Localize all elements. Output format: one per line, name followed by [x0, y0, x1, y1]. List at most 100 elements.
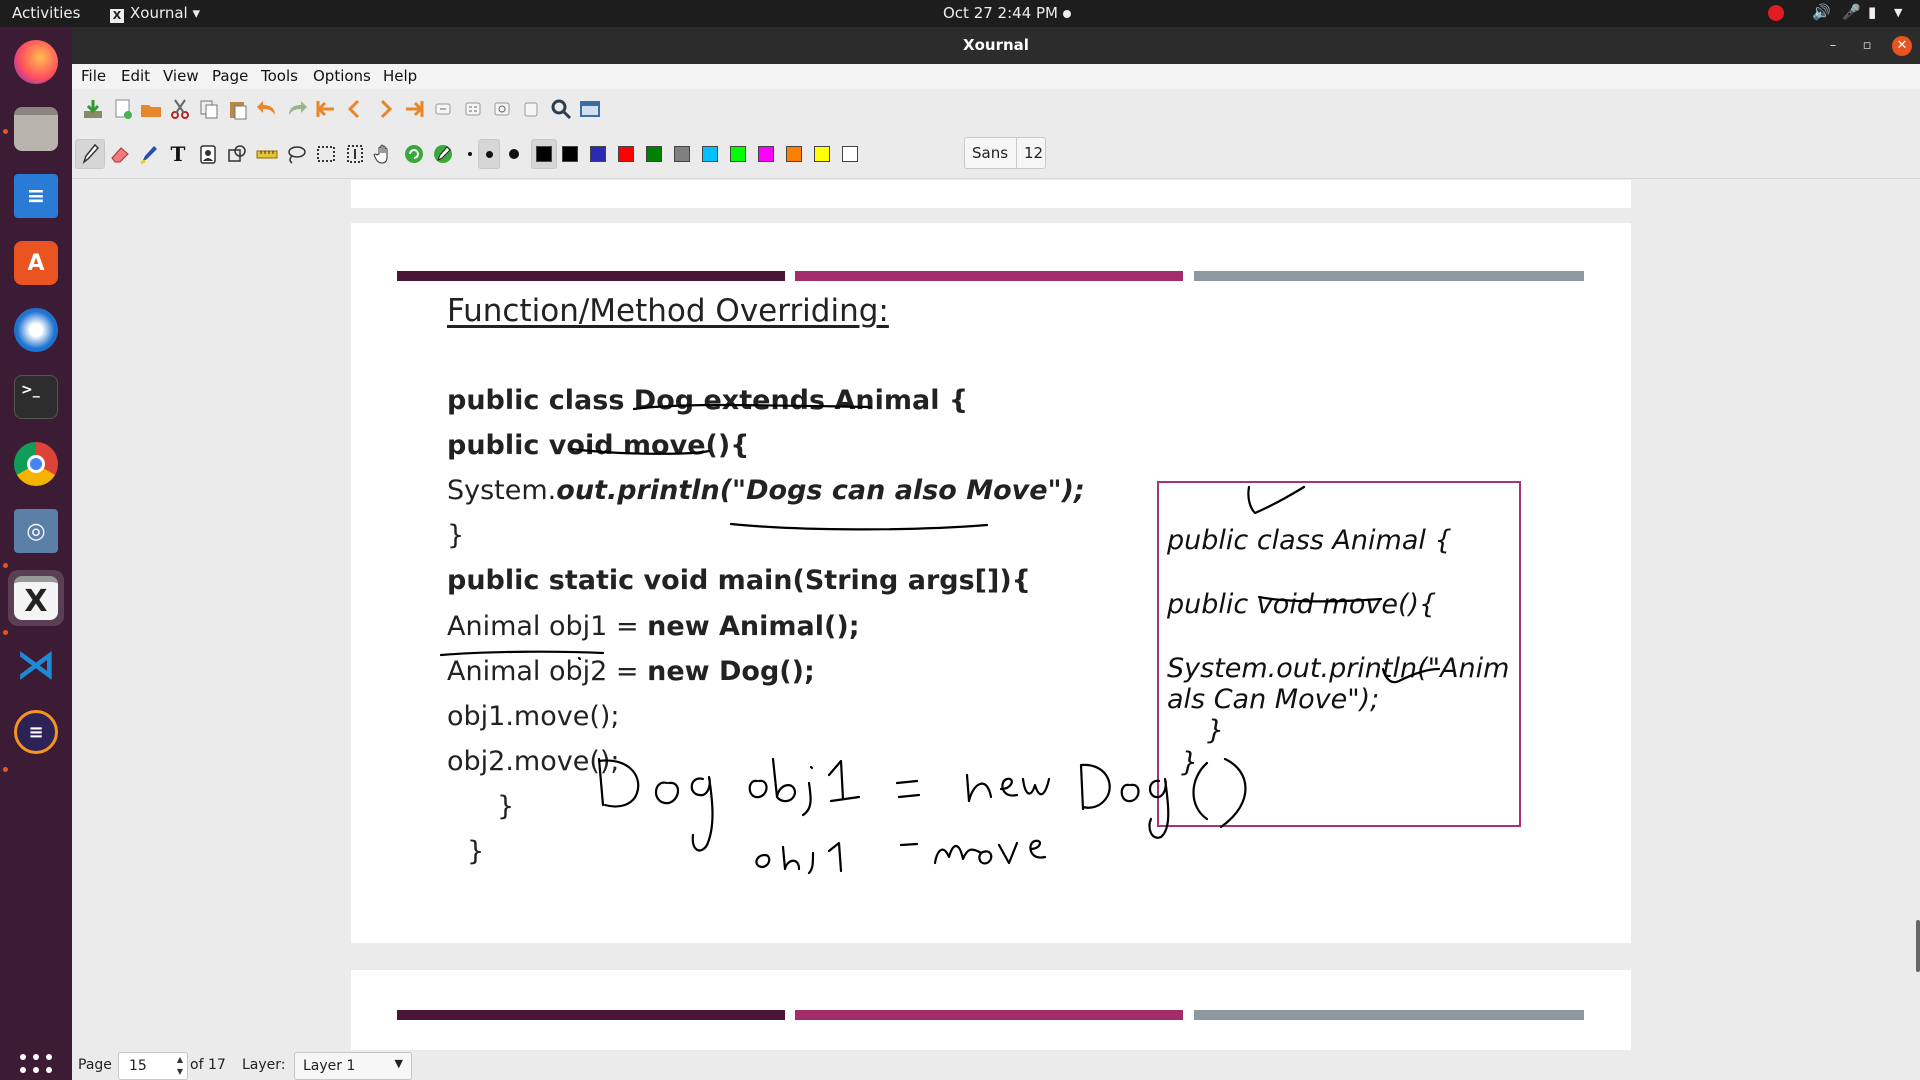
- text-tool-icon[interactable]: T: [163, 139, 193, 169]
- color-swatch[interactable]: [839, 139, 861, 169]
- menu-edit[interactable]: Edit: [121, 67, 150, 85]
- menu-options[interactable]: Options: [313, 67, 371, 85]
- font-selector[interactable]: Sans 12: [964, 137, 1046, 169]
- lasso-select-icon[interactable]: [281, 139, 311, 169]
- app-menu-label: Xournal ▾: [130, 4, 201, 22]
- pen-icon[interactable]: [75, 139, 105, 169]
- menu-tools[interactable]: Tools: [261, 67, 298, 85]
- color-swatch[interactable]: [699, 139, 721, 169]
- dock-files[interactable]: [8, 101, 64, 157]
- dock-eclipse[interactable]: ≡: [8, 704, 64, 760]
- recording-indicator-icon[interactable]: [1768, 5, 1784, 21]
- save-icon[interactable]: [78, 94, 108, 124]
- ink-letter-g: [690, 775, 714, 852]
- vertical-scrollbar[interactable]: [1916, 920, 1920, 972]
- code-line-6: Animal obj1 = new Animal();: [447, 611, 860, 642]
- default-pen-icon[interactable]: [428, 139, 458, 169]
- ink-letter-j: [801, 765, 814, 817]
- menu-file[interactable]: File: [81, 67, 106, 85]
- color-swatch[interactable]: [559, 139, 581, 169]
- microphone-icon[interactable]: 🎤: [1842, 3, 1861, 21]
- find-icon[interactable]: [546, 94, 576, 124]
- menu-view[interactable]: View: [163, 67, 199, 85]
- volume-icon[interactable]: 🔊: [1812, 3, 1831, 21]
- minimize-icon[interactable]: –: [1824, 37, 1842, 55]
- color-swatch[interactable]: [671, 139, 693, 169]
- color-swatch-fill: [786, 146, 802, 162]
- highlighter-icon[interactable]: [134, 139, 164, 169]
- hand-tool-icon[interactable]: [369, 139, 399, 169]
- dock-chrome[interactable]: [8, 436, 64, 492]
- redo-icon[interactable]: [282, 94, 312, 124]
- color-swatch[interactable]: [615, 139, 637, 169]
- ink-underline-println: [729, 522, 989, 531]
- zoom-in-icon[interactable]: [487, 94, 517, 124]
- dock-writer[interactable]: ≡: [8, 168, 64, 224]
- close-icon[interactable]: ✕: [1892, 36, 1912, 56]
- vertical-space-icon[interactable]: [340, 139, 370, 169]
- dock-terminal[interactable]: >_: [8, 369, 64, 425]
- undo-icon[interactable]: [252, 94, 282, 124]
- default-tools-icon[interactable]: [399, 139, 429, 169]
- new-page-icon[interactable]: [108, 94, 138, 124]
- zoom-out-icon[interactable]: [428, 94, 458, 124]
- first-page-icon[interactable]: [311, 94, 341, 124]
- rect-select-icon[interactable]: [311, 139, 341, 169]
- menu-help[interactable]: Help: [383, 67, 417, 85]
- thickness-thick-icon[interactable]: [503, 139, 525, 169]
- document-canvas[interactable]: Function/Method Overriding: public class…: [72, 180, 1920, 1050]
- dock-thunderbird[interactable]: [8, 302, 64, 358]
- software-icon: A: [14, 241, 58, 285]
- copy-icon[interactable]: [194, 94, 224, 124]
- thickness-medium-icon[interactable]: [478, 139, 500, 169]
- thunderbird-icon: [14, 308, 58, 352]
- spin-down-icon[interactable]: ▼: [177, 1067, 183, 1076]
- paste-icon[interactable]: [223, 94, 253, 124]
- current-page[interactable]: Function/Method Overriding: public class…: [351, 223, 1631, 943]
- open-folder-icon[interactable]: [136, 94, 166, 124]
- color-swatch[interactable]: [727, 139, 749, 169]
- clock[interactable]: Oct 27 2:44 PM: [943, 4, 1058, 22]
- writer-icon: ≡: [14, 174, 58, 218]
- page-number-spinner[interactable]: 15 ▲ ▼: [118, 1052, 188, 1080]
- color-swatch[interactable]: [811, 139, 833, 169]
- battery-icon[interactable]: ▮: [1868, 3, 1876, 21]
- fullscreen-icon[interactable]: [575, 94, 605, 124]
- dock-vscode[interactable]: ⋊: [8, 637, 64, 693]
- color-swatch[interactable]: [643, 139, 665, 169]
- note-line-4: als Can Move");: [1167, 684, 1380, 715]
- next-page-icon[interactable]: [370, 94, 400, 124]
- page-width-icon[interactable]: [458, 94, 488, 124]
- code-line-3: System.out.println("Dogs can also Move")…: [447, 475, 1085, 506]
- maximize-icon[interactable]: ▫: [1858, 37, 1876, 55]
- ruler-icon[interactable]: [252, 139, 282, 169]
- eraser-icon[interactable]: [105, 139, 135, 169]
- activities-button[interactable]: Activities: [12, 4, 80, 22]
- color-current-black[interactable]: [531, 139, 557, 169]
- ink-underline-obj1: [439, 650, 605, 657]
- color-swatch[interactable]: [755, 139, 777, 169]
- dock-firefox[interactable]: [8, 34, 64, 90]
- shape-recognizer-icon[interactable]: [222, 139, 252, 169]
- color-swatch[interactable]: [783, 139, 805, 169]
- dock-screenshot[interactable]: ◎: [8, 503, 64, 559]
- code-line-9: obj2.move();: [447, 746, 620, 777]
- menu-page[interactable]: Page: [212, 67, 248, 85]
- color-swatch-fill: [590, 146, 606, 162]
- normal-size-icon[interactable]: [516, 94, 546, 124]
- running-indicator: [3, 767, 8, 772]
- image-tool-icon[interactable]: [193, 139, 223, 169]
- color-swatch-fill: [730, 146, 746, 162]
- dock-software[interactable]: A: [8, 235, 64, 291]
- dock-xournal[interactable]: X: [8, 570, 64, 626]
- spin-up-icon[interactable]: ▲: [177, 1055, 183, 1064]
- cut-icon[interactable]: [165, 94, 195, 124]
- color-swatch[interactable]: [587, 139, 609, 169]
- system-menu-chevron-icon[interactable]: ▼: [1894, 6, 1902, 19]
- show-applications-icon[interactable]: [20, 1054, 52, 1080]
- previous-page-icon[interactable]: [340, 94, 370, 124]
- last-page-icon[interactable]: [399, 94, 429, 124]
- layer-select[interactable]: Layer 1 ▼: [294, 1052, 412, 1080]
- app-menu[interactable]: X Xournal ▾: [110, 4, 200, 23]
- note-line-2: public void move(){: [1167, 589, 1437, 620]
